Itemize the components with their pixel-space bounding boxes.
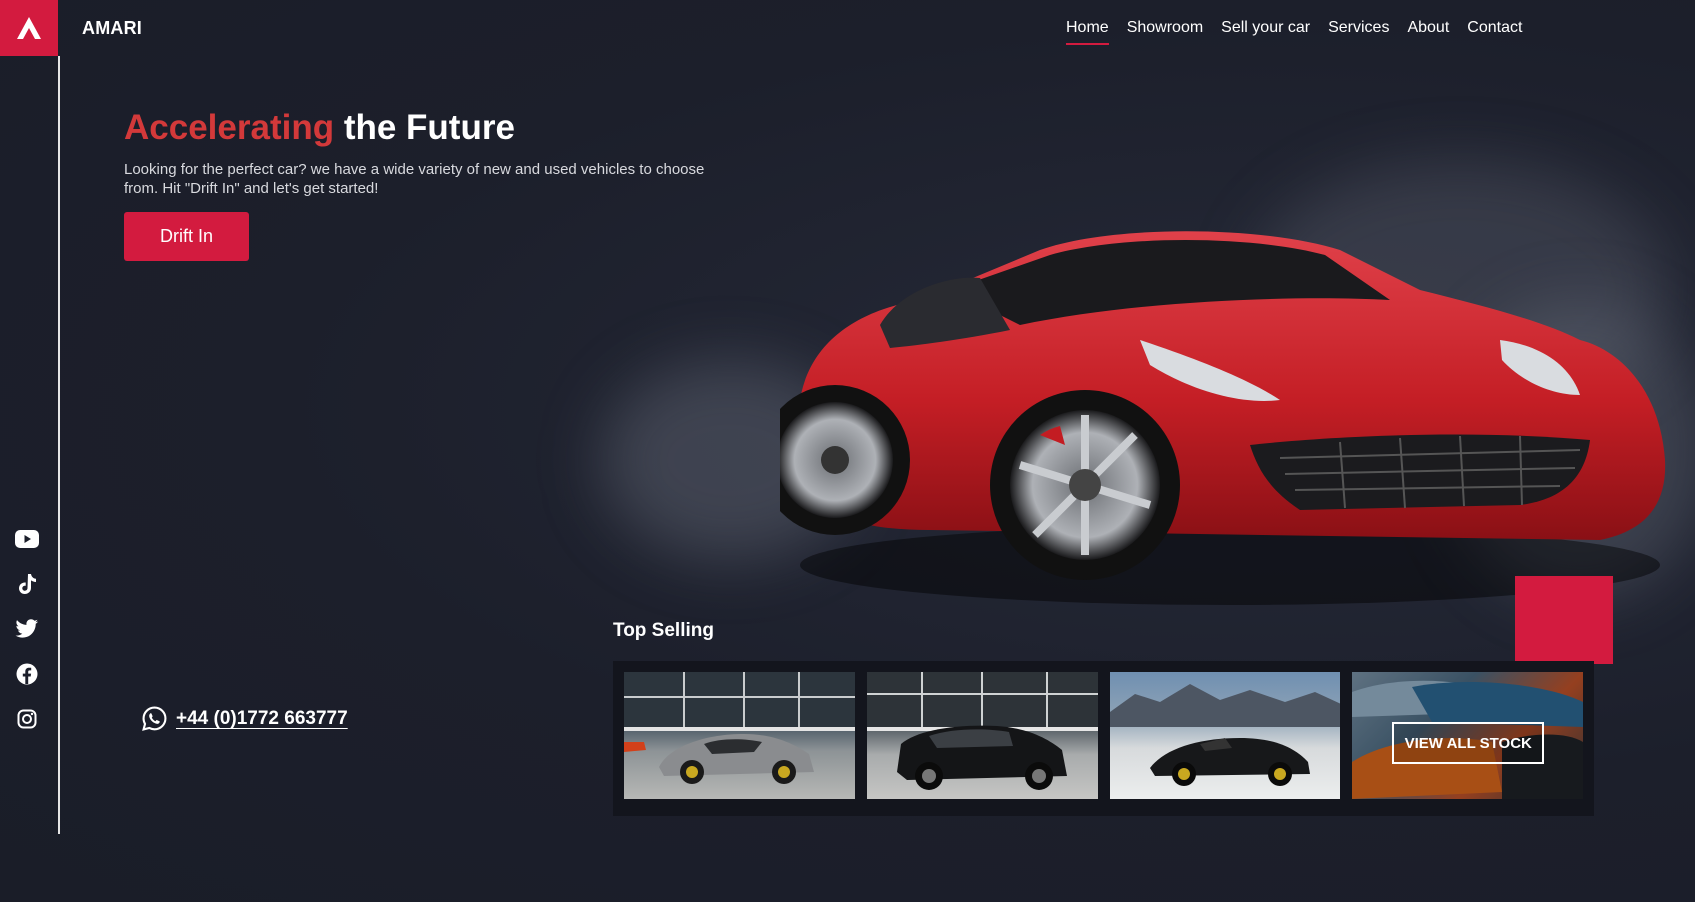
- top-selling-title: Top Selling: [613, 620, 714, 641]
- youtube-icon[interactable]: [14, 526, 40, 551]
- nav-item-showroom[interactable]: Showroom: [1127, 19, 1203, 45]
- brand-name[interactable]: AMARI: [82, 18, 142, 39]
- whatsapp-icon: [142, 706, 167, 731]
- main-nav: Home Showroom Sell your car Services Abo…: [1066, 19, 1522, 45]
- facebook-icon[interactable]: [14, 661, 40, 686]
- car-photo-silver: [624, 672, 855, 784]
- hero-title-accent: Accelerating: [124, 108, 335, 147]
- logo[interactable]: [0, 0, 58, 56]
- top-selling-car-1[interactable]: [624, 672, 855, 799]
- nav-item-services[interactable]: Services: [1328, 19, 1389, 45]
- phone-link[interactable]: +44 (0)1772 663777: [142, 706, 348, 731]
- nav-item-about[interactable]: About: [1407, 19, 1449, 45]
- hero-car-image: [780, 231, 1666, 605]
- car-photo-black-convertible: [1109, 684, 1341, 786]
- page: AMARI Home Showroom Sell your car Servic…: [0, 0, 1695, 902]
- hero-title-rest: the Future: [343, 108, 515, 147]
- hero-description: Looking for the perfect car? we have a w…: [124, 161, 705, 197]
- tiktok-icon[interactable]: [14, 571, 40, 596]
- top-selling-car-2[interactable]: [866, 672, 1098, 799]
- view-all-stock-button[interactable]: VIEW ALL STOCK: [1392, 722, 1545, 764]
- view-all-stock-tile[interactable]: VIEW ALL STOCK: [1352, 672, 1583, 799]
- amari-a-logo-icon: [17, 17, 41, 39]
- twitter-icon[interactable]: [14, 616, 40, 641]
- nav-item-sell-your-car[interactable]: Sell your car: [1221, 19, 1310, 45]
- sidebar-divider: [58, 56, 60, 834]
- drift-in-button[interactable]: Drift In: [124, 212, 249, 261]
- top-selling-car-3[interactable]: [1109, 672, 1341, 799]
- nav-item-contact[interactable]: Contact: [1467, 19, 1522, 45]
- phone-number: +44 (0)1772 663777: [176, 707, 348, 729]
- social-links: [14, 526, 40, 731]
- top-selling-gallery: VIEW ALL STOCK: [613, 661, 1594, 816]
- hero-title: Accelerating the Future: [124, 108, 515, 148]
- car-photo-black-suv: [866, 672, 1098, 790]
- instagram-icon[interactable]: [14, 706, 40, 731]
- nav-item-home[interactable]: Home: [1066, 19, 1109, 45]
- accent-block: [1515, 576, 1613, 664]
